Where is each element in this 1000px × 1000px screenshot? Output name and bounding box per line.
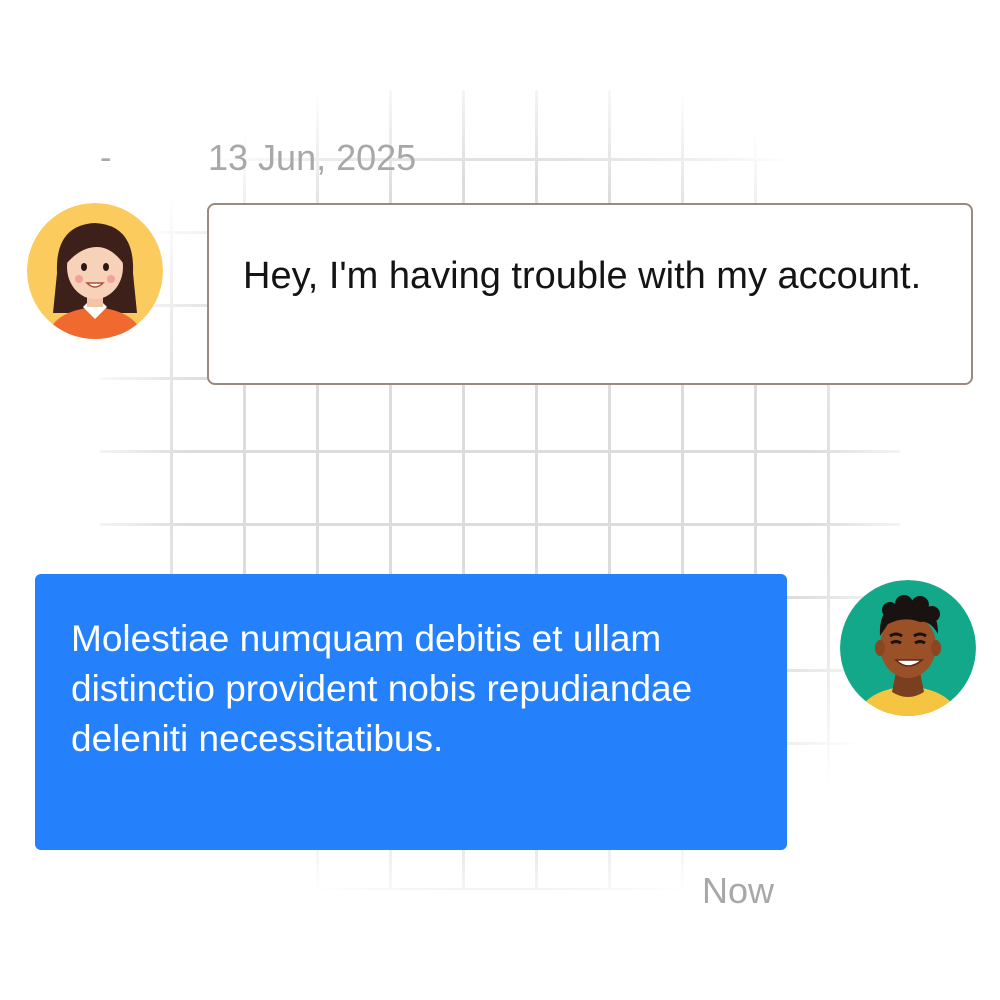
received-message-text: Hey, I'm having trouble with my account. <box>243 255 922 297</box>
conversation-date: 13 Jun, 2025 <box>208 137 417 178</box>
sent-message-text: Molestiae numquam debitis et ullam disti… <box>71 618 693 759</box>
woman-avatar-icon <box>27 203 163 339</box>
received-message-bubble: Hey, I'm having trouble with my account. <box>207 203 973 385</box>
date-separator: - <box>100 139 112 177</box>
sent-message-bubble: Molestiae numquam debitis et ullam disti… <box>35 574 787 850</box>
chat-canvas: - 13 Jun, 2025 Hey, I'm having trouble w… <box>0 0 1000 1000</box>
message-timestamp: Now <box>702 870 775 911</box>
man-avatar-icon <box>840 580 976 716</box>
